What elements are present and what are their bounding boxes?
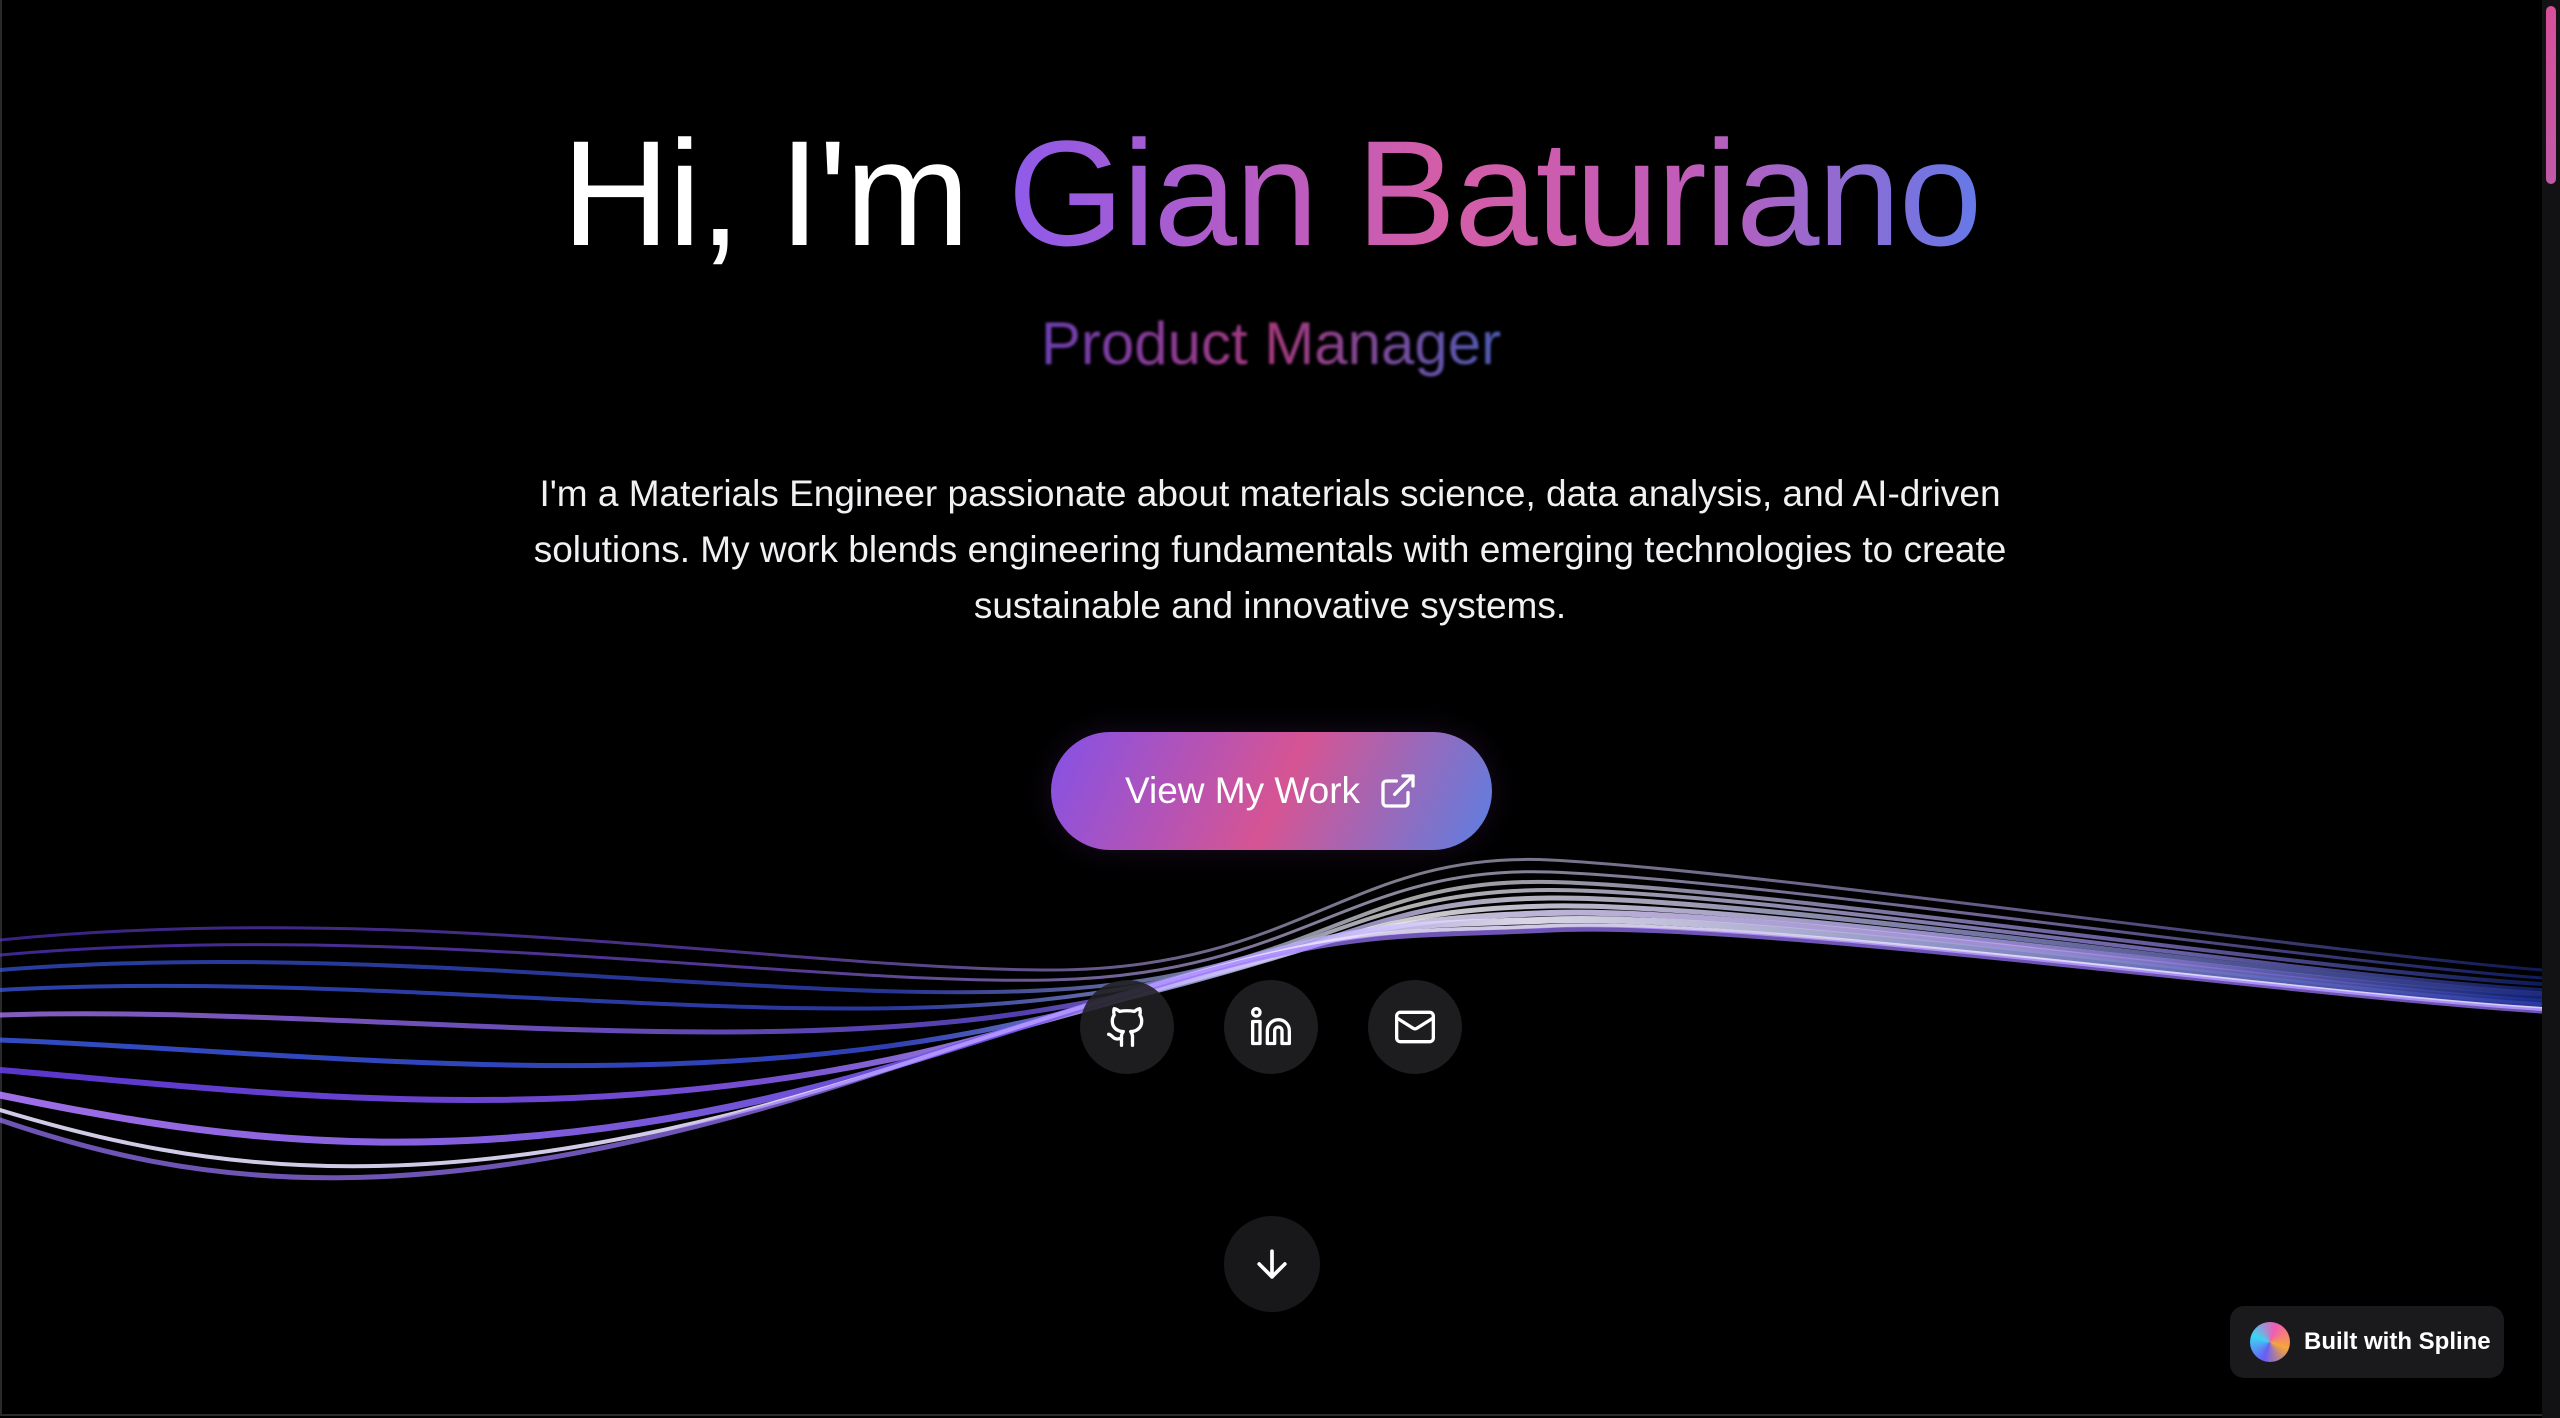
spline-badge-label: Built with Spline <box>2304 1328 2491 1355</box>
hero-role: Product Manager <box>0 306 2542 382</box>
github-icon <box>1107 1007 1144 1047</box>
view-my-work-button[interactable]: View My Work <box>1051 732 1492 850</box>
hero-bio: I'm a Materials Engineer passionate abou… <box>533 473 2007 626</box>
built-with-spline-badge[interactable]: Built with Spline <box>2230 1306 2504 1378</box>
hero-role-text: Product Manager <box>1040 310 1502 377</box>
spline-logo-icon <box>2250 1322 2290 1362</box>
external-link-icon <box>1381 774 1415 808</box>
scroll-down-button[interactable] <box>1224 1216 1320 1312</box>
email-link[interactable] <box>1368 980 1462 1074</box>
linkedin-link[interactable] <box>1224 980 1318 1074</box>
github-link[interactable] <box>1080 980 1174 1074</box>
page-scrollbar[interactable] <box>2542 0 2560 1418</box>
linkedin-icon <box>1251 1007 1291 1046</box>
hero-greeting: Hi, I'm <box>561 109 1008 277</box>
scrollbar-thumb[interactable] <box>2546 6 2556 184</box>
arrow-down-icon <box>1257 1249 1287 1279</box>
mail-icon <box>1395 1010 1435 1044</box>
hero-name: Gian Baturiano <box>1007 109 1983 277</box>
hero-heading: Hi, I'm Gian Baturiano <box>0 108 2542 278</box>
view-my-work-label: View My Work <box>1124 770 1361 811</box>
